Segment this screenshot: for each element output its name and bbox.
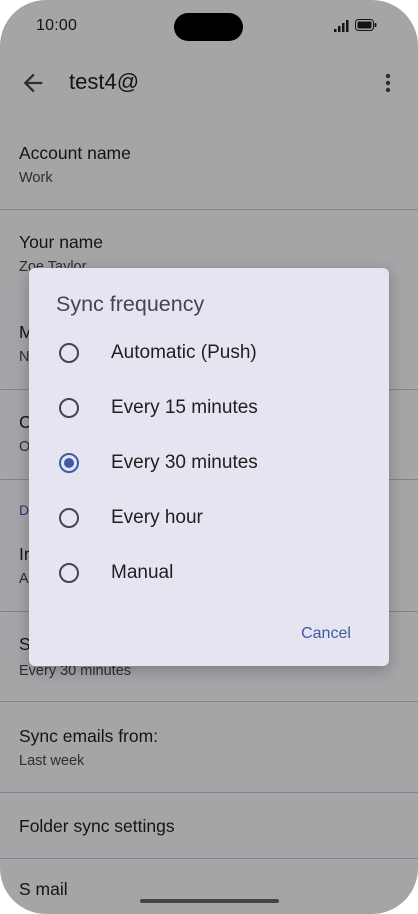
option-manual[interactable]: Manual: [29, 548, 389, 602]
option-label: Automatic (Push): [111, 342, 257, 363]
radio-button[interactable]: [59, 398, 79, 418]
option-every-hour[interactable]: Every hour: [29, 493, 389, 547]
option-label: Every 30 minutes: [111, 452, 258, 473]
radio-button[interactable]: [59, 343, 79, 363]
radio-button-selected[interactable]: [59, 453, 79, 473]
dialog-title: Sync frequency: [56, 292, 205, 316]
option-label: Every hour: [111, 507, 203, 528]
sync-frequency-dialog: Sync frequency Automatic (Push) Every 15…: [29, 268, 389, 666]
home-indicator[interactable]: [140, 899, 279, 903]
option-every-15-minutes[interactable]: Every 15 minutes: [29, 383, 389, 437]
phone-screen: 10:00 test4@ Account name Work Your name…: [0, 0, 418, 914]
option-label: Manual: [111, 562, 174, 583]
radio-button[interactable]: [59, 563, 79, 583]
option-label: Every 15 minutes: [111, 397, 258, 418]
radio-button[interactable]: [59, 508, 79, 528]
cancel-button[interactable]: Cancel: [291, 620, 361, 648]
option-automatic-push[interactable]: Automatic (Push): [29, 328, 389, 382]
option-every-30-minutes[interactable]: Every 30 minutes: [29, 438, 389, 492]
